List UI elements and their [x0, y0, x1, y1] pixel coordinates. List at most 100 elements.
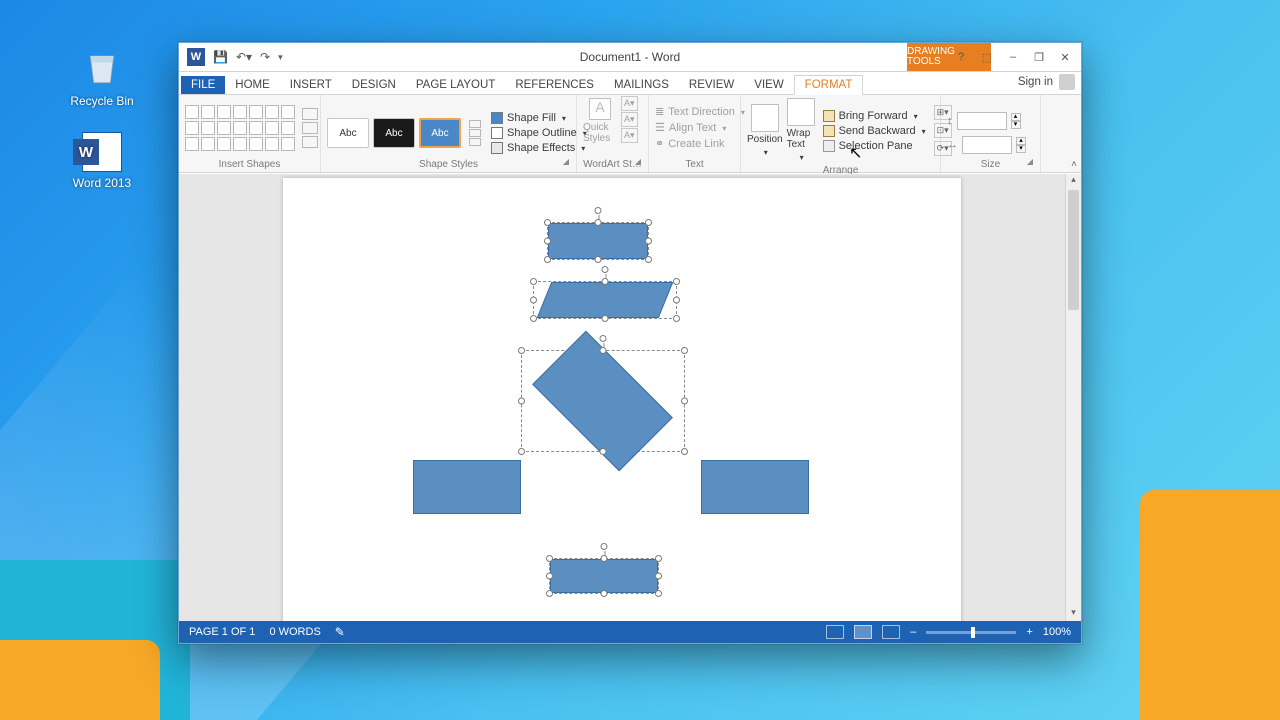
selection-frame[interactable]: [549, 558, 659, 594]
shape-effects-button[interactable]: Shape Effects: [491, 142, 587, 154]
collapse-ribbon-button[interactable]: ˄: [1071, 159, 1077, 170]
tab-file[interactable]: FILE: [181, 76, 225, 94]
qat-undo[interactable]: ↶▾: [236, 50, 252, 64]
bring-forward-button[interactable]: Bring Forward: [823, 110, 926, 122]
edit-shape-button[interactable]: [302, 108, 318, 120]
qat-redo[interactable]: ↷: [260, 50, 270, 64]
qat-customize[interactable]: ▾: [278, 52, 283, 63]
resize-handle[interactable]: [601, 555, 608, 562]
resize-handle[interactable]: [544, 238, 551, 245]
rotate-handle[interactable]: [600, 335, 607, 342]
tab-design[interactable]: DESIGN: [342, 76, 406, 94]
resize-handle[interactable]: [518, 347, 525, 354]
zoom-slider-thumb[interactable]: [971, 627, 975, 638]
send-backward-button[interactable]: Send Backward: [823, 125, 926, 137]
width-spin-up[interactable]: ▴: [1016, 137, 1026, 145]
restore-button[interactable]: ❐: [1027, 48, 1051, 66]
qat-save[interactable]: 💾: [213, 50, 228, 64]
position-button[interactable]: Position: [747, 104, 783, 158]
shapes-more-button[interactable]: [302, 136, 318, 148]
resize-handle[interactable]: [530, 297, 537, 304]
proofing-indicator[interactable]: ✎: [335, 625, 345, 639]
height-spin-up[interactable]: ▴: [1011, 113, 1021, 121]
desktop-recycle-bin[interactable]: Recycle Bin: [62, 42, 142, 108]
resize-handle[interactable]: [518, 448, 525, 455]
style-more[interactable]: [469, 138, 481, 146]
shapes-gallery[interactable]: [185, 105, 295, 151]
resize-handle[interactable]: [673, 315, 680, 322]
tab-references[interactable]: REFERENCES: [505, 76, 604, 94]
shape-height-input[interactable]: ↕ ▴▾: [947, 112, 1026, 130]
scroll-up-button[interactable]: ▴: [1066, 174, 1081, 188]
zoom-level[interactable]: 100%: [1043, 626, 1071, 638]
resize-handle[interactable]: [546, 590, 553, 597]
tab-view[interactable]: VIEW: [744, 76, 793, 94]
shape-process-left[interactable]: [413, 460, 521, 514]
shape-fill-button[interactable]: Shape Fill: [491, 112, 587, 124]
resize-handle[interactable]: [546, 555, 553, 562]
resize-handle[interactable]: [645, 219, 652, 226]
sign-in-link[interactable]: Sign in: [1018, 76, 1053, 88]
resize-handle[interactable]: [655, 555, 662, 562]
zoom-slider[interactable]: [926, 631, 1016, 634]
close-button[interactable]: ✕: [1053, 48, 1077, 66]
shape-outline-button[interactable]: Shape Outline: [491, 127, 587, 139]
width-spin-down[interactable]: ▾: [1016, 145, 1026, 153]
style-scroll-down[interactable]: [469, 129, 481, 137]
tab-page-layout[interactable]: PAGE LAYOUT: [406, 76, 505, 94]
profile-avatar-icon[interactable]: [1059, 74, 1075, 90]
style-tile-1[interactable]: Abc: [327, 118, 369, 148]
shape-width-input[interactable]: ↔ ▴▾: [947, 136, 1026, 154]
resize-handle[interactable]: [600, 448, 607, 455]
scroll-down-button[interactable]: ▾: [1066, 607, 1081, 621]
resize-handle[interactable]: [673, 278, 680, 285]
resize-handle[interactable]: [602, 278, 609, 285]
tab-home[interactable]: HOME: [225, 76, 280, 94]
resize-handle[interactable]: [530, 315, 537, 322]
word-count[interactable]: 0 WORDS: [269, 626, 320, 638]
resize-handle[interactable]: [645, 238, 652, 245]
draw-textbox-button[interactable]: [302, 122, 318, 134]
rotate-handle[interactable]: [601, 543, 608, 550]
tab-mailings[interactable]: MAILINGS: [604, 76, 679, 94]
ribbon-display-button[interactable]: ⬚: [975, 48, 999, 66]
shape-process-1[interactable]: [548, 223, 648, 259]
style-tile-2[interactable]: Abc: [373, 118, 415, 148]
tab-insert[interactable]: INSERT: [280, 76, 342, 94]
rotate-handle[interactable]: [595, 207, 602, 214]
height-spin-down[interactable]: ▾: [1011, 121, 1021, 129]
selection-frame[interactable]: [547, 222, 649, 260]
resize-handle[interactable]: [544, 256, 551, 263]
selection-pane-button[interactable]: Selection Pane: [823, 140, 926, 152]
resize-handle[interactable]: [681, 347, 688, 354]
read-mode-button[interactable]: [826, 625, 844, 639]
desktop-word-shortcut[interactable]: Word 2013: [62, 132, 142, 190]
vertical-scrollbar[interactable]: ▴ ▾: [1065, 174, 1081, 621]
tab-review[interactable]: REVIEW: [679, 76, 744, 94]
style-scroll-up[interactable]: [469, 120, 481, 128]
selection-frame[interactable]: [533, 281, 677, 319]
page-indicator[interactable]: PAGE 1 OF 1: [189, 626, 255, 638]
resize-handle[interactable]: [600, 347, 607, 354]
resize-handle[interactable]: [655, 590, 662, 597]
style-tile-3-selected[interactable]: Abc: [419, 118, 461, 148]
resize-handle[interactable]: [681, 398, 688, 405]
selection-frame[interactable]: [521, 350, 685, 452]
shape-process-bottom[interactable]: [550, 559, 658, 593]
resize-handle[interactable]: [681, 448, 688, 455]
resize-handle[interactable]: [595, 219, 602, 226]
document-area[interactable]: ▴ ▾: [179, 174, 1081, 621]
minimize-button[interactable]: –: [1001, 48, 1025, 66]
shape-process-right[interactable]: [701, 460, 809, 514]
resize-handle[interactable]: [595, 256, 602, 263]
help-button[interactable]: ?: [949, 48, 973, 66]
resize-handle[interactable]: [530, 278, 537, 285]
resize-handle[interactable]: [546, 573, 553, 580]
shape-style-gallery[interactable]: Abc Abc Abc: [327, 118, 461, 148]
shape-data[interactable]: [537, 282, 674, 318]
scroll-thumb[interactable]: [1068, 190, 1079, 310]
resize-handle[interactable]: [602, 315, 609, 322]
resize-handle[interactable]: [601, 590, 608, 597]
document-page[interactable]: [283, 178, 961, 621]
resize-handle[interactable]: [645, 256, 652, 263]
